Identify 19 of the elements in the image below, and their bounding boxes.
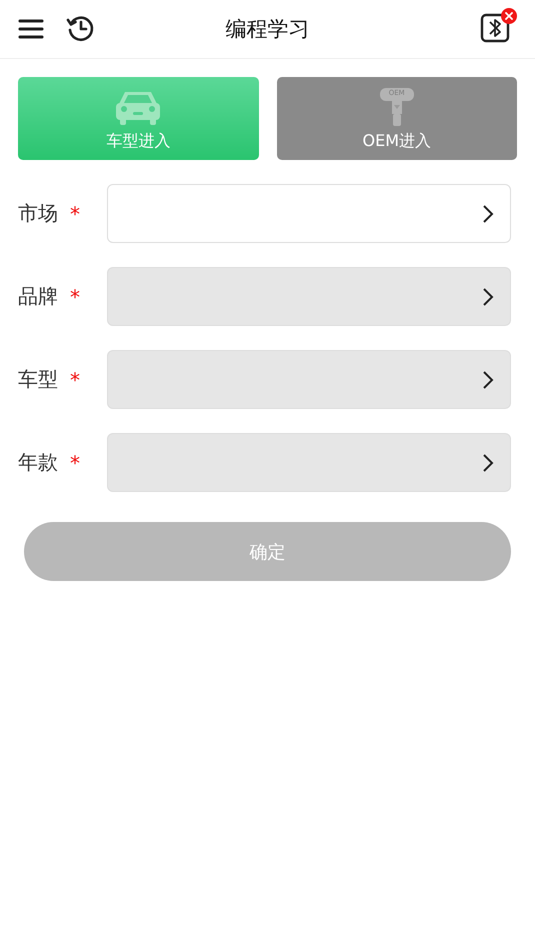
car-icon — [115, 89, 162, 127]
page-title: 编程学习 — [224, 16, 310, 43]
required-mark: * — [70, 450, 81, 474]
field-label: 市场 — [18, 200, 58, 227]
history-icon[interactable] — [66, 14, 96, 44]
field-label: 品牌 — [18, 283, 58, 310]
bluetooth-icon[interactable] — [479, 8, 519, 44]
field-label: 车型 — [18, 366, 58, 393]
chevron-right-icon — [482, 204, 494, 224]
required-mark: * — [70, 284, 81, 308]
required-mark: * — [70, 202, 81, 226]
menu-icon[interactable] — [18, 18, 44, 40]
entry-tab[interactable]: 车型进入 — [18, 77, 258, 160]
required-mark: * — [70, 368, 81, 392]
chevron-right-icon — [482, 452, 494, 472]
chevron-right-icon — [482, 370, 494, 390]
field-label: 年款 — [18, 449, 58, 476]
select-field[interactable] — [107, 184, 511, 243]
chevron-right-icon — [482, 286, 494, 306]
